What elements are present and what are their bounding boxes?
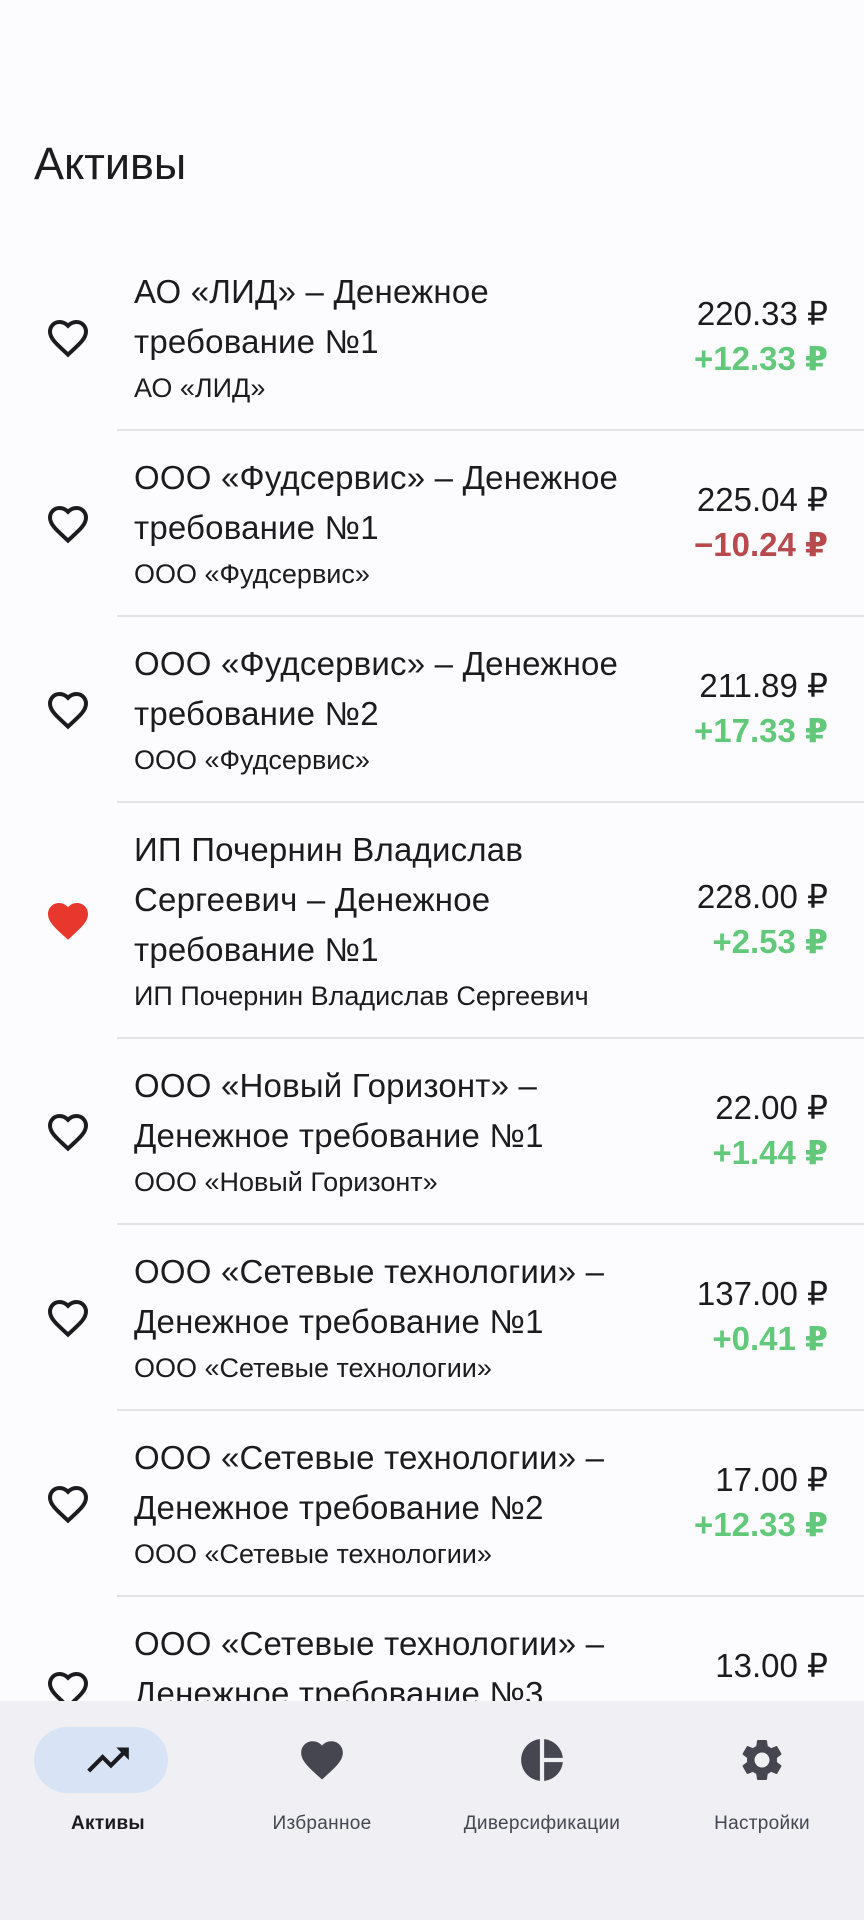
asset-name-line: требование №1	[134, 323, 379, 360]
asset-texts: АО «ЛИД» – Денежное требование №1 АО «ЛИД»	[134, 267, 654, 407]
heart-filled-icon[interactable]	[44, 897, 92, 945]
asset-price: 220.33 ₽	[696, 295, 828, 332]
asset-name-line: Денежное требование №1	[134, 1303, 544, 1340]
heart-outline-icon[interactable]	[44, 500, 92, 548]
asset-price: 13.00 ₽	[715, 1647, 828, 1684]
asset-change: +2.53 ₽	[712, 923, 828, 960]
heart-outline-icon[interactable]	[44, 686, 92, 734]
asset-issuer: ИП Почернин Владислав Сергеевич	[134, 981, 589, 1011]
heart-outline-icon[interactable]	[44, 1108, 92, 1156]
asset-prices: 13.00 ₽	[715, 1644, 828, 1688]
asset-change: +1.44 ₽	[712, 1134, 828, 1171]
asset-name-line: требование №1	[134, 931, 379, 968]
heart-outline-icon[interactable]	[44, 1294, 92, 1342]
asset-row[interactable]: ООО «Сетевые технологии» – Денежное требо…	[0, 1225, 864, 1411]
asset-name-line: ООО «Сетевые технологии» –	[134, 1439, 605, 1476]
asset-name-line: требование №1	[134, 509, 379, 546]
asset-row[interactable]: ООО «Фудсервис» – Денежное требование №2 О…	[0, 617, 864, 803]
asset-issuer: ООО «Фудсервис»	[134, 559, 370, 589]
asset-name-line: ООО «Сетевые технологии» –	[134, 1253, 605, 1290]
asset-row[interactable]: АО «ЛИД» – Денежное требование №1 АО «ЛИД»…	[0, 245, 864, 431]
heart-outline-icon[interactable]	[44, 314, 92, 362]
nav-item-favorites[interactable]: Избранное	[214, 1727, 430, 1867]
asset-prices: 17.00 ₽ +12.33 ₽	[694, 1458, 828, 1548]
nav-label-diversification: Диверсификации	[463, 1813, 621, 1834]
asset-prices: 228.00 ₽ +2.53 ₽	[697, 875, 828, 965]
asset-prices: 22.00 ₽ +1.44 ₽	[712, 1086, 828, 1176]
asset-name-line: Денежное требование №1	[134, 1117, 544, 1154]
asset-issuer: ООО «Сетевые технологии»	[134, 1353, 492, 1383]
asset-change: +17.33 ₽	[694, 712, 828, 749]
asset-price: 211.89 ₽	[699, 667, 828, 704]
asset-issuer: ООО «Сетевые технологии»	[134, 1539, 492, 1569]
asset-change: +12.33 ₽	[694, 1506, 828, 1543]
page-title: Активы	[34, 138, 187, 189]
asset-prices: 225.04 ₽ −10.24 ₽	[694, 478, 828, 568]
asset-list: АО «ЛИД» – Денежное требование №1 АО «ЛИД»…	[0, 245, 864, 1783]
nav-label-assets: Активы	[71, 1813, 145, 1834]
nav-item-settings[interactable]: Настройки	[654, 1727, 864, 1867]
nav-label-favorites: Избранное	[272, 1813, 372, 1834]
asset-texts: ООО «Сетевые технологии» – Денежное требо…	[134, 1433, 654, 1573]
nav-item-diversification[interactable]: Диверсификации	[434, 1727, 650, 1867]
asset-prices: 211.89 ₽ +17.33 ₽	[694, 664, 828, 754]
asset-row[interactable]: ООО «Новый Горизонт» – Денежное требовани…	[0, 1039, 864, 1225]
asset-texts: ООО «Фудсервис» – Денежное требование №1 О…	[134, 453, 654, 593]
trending-up-icon	[83, 1735, 133, 1785]
pie-chart-icon	[517, 1735, 567, 1785]
asset-price: 17.00 ₽	[715, 1461, 828, 1498]
gear-icon	[737, 1735, 787, 1785]
asset-name-line: ООО «Сетевые технологии» –	[134, 1625, 605, 1662]
asset-change: +12.33 ₽	[694, 340, 828, 377]
asset-change: −10.24 ₽	[694, 526, 828, 563]
heart-outline-icon[interactable]	[44, 1480, 92, 1528]
asset-price: 137.00 ₽	[696, 1275, 828, 1312]
asset-price: 225.04 ₽	[696, 481, 828, 518]
asset-row[interactable]: ИП Почернин Владислав Сергеевич – Денежно…	[0, 803, 864, 1039]
asset-price: 22.00 ₽	[715, 1089, 828, 1126]
asset-name-line: ООО «Фудсервис» – Денежное	[134, 645, 619, 682]
asset-texts: ООО «Фудсервис» – Денежное требование №2 О…	[134, 639, 654, 779]
asset-name-line: Денежное требование №2	[134, 1489, 544, 1526]
asset-name-line: ИП Почернин Владислав	[134, 831, 524, 868]
asset-prices: 220.33 ₽ +12.33 ₽	[694, 292, 828, 382]
asset-name-line: требование №2	[134, 695, 379, 732]
asset-row[interactable]: ООО «Фудсервис» – Денежное требование №1 О…	[0, 431, 864, 617]
asset-issuer: АО «ЛИД»	[134, 373, 266, 403]
asset-texts: ООО «Сетевые технологии» – Денежное требо…	[134, 1247, 654, 1387]
asset-change: +0.41 ₽	[712, 1320, 828, 1357]
bottom-navigation: Активы Избранное Диверсификации Настройк…	[0, 1701, 864, 1920]
nav-item-assets[interactable]: Активы	[0, 1727, 216, 1867]
asset-name-line: ООО «Фудсервис» – Денежное	[134, 459, 619, 496]
asset-name-line: Сергеевич – Денежное	[134, 881, 491, 918]
asset-name-line: АО «ЛИД» – Денежное	[134, 273, 489, 310]
asset-prices: 137.00 ₽ +0.41 ₽	[697, 1272, 828, 1362]
asset-name-line: ООО «Новый Горизонт» –	[134, 1067, 538, 1104]
asset-texts: ООО «Новый Горизонт» – Денежное требовани…	[134, 1061, 654, 1201]
asset-row[interactable]: ООО «Сетевые технологии» – Денежное требо…	[0, 1411, 864, 1597]
nav-label-settings: Настройки	[714, 1813, 810, 1834]
asset-texts: ИП Почернин Владислав Сергеевич – Денежно…	[134, 825, 654, 1015]
heart-icon	[297, 1735, 347, 1785]
asset-price: 228.00 ₽	[696, 878, 828, 915]
asset-issuer: ООО «Фудсервис»	[134, 745, 370, 775]
asset-issuer: ООО «Новый Горизонт»	[134, 1167, 438, 1197]
